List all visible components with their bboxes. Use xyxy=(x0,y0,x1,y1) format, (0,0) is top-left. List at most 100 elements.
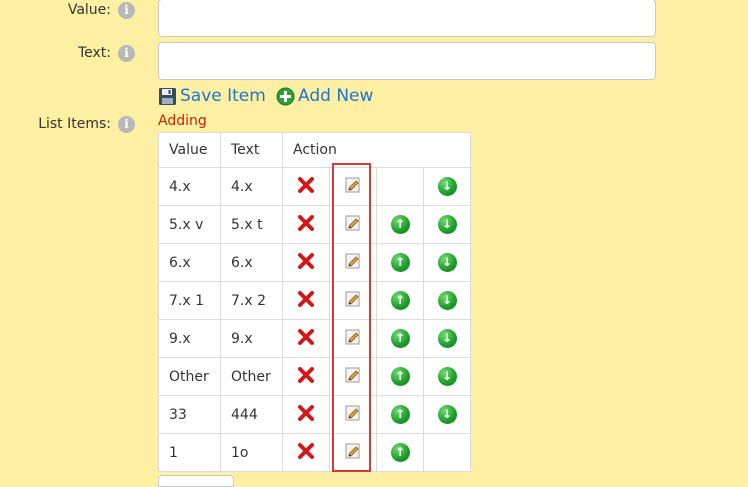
table-row: 33 444 ↑ ↓ xyxy=(158,395,471,434)
move-up-button xyxy=(376,167,424,206)
move-down-icon: ↓ xyxy=(437,177,457,196)
add-new-button[interactable]: Add New xyxy=(276,86,373,106)
edit-icon xyxy=(344,328,362,350)
cell-text: 4.x xyxy=(220,167,283,206)
delete-button[interactable] xyxy=(282,281,330,320)
list-items-table: Value Text Action 4.x 4.x ↓ 5.x v 5.x t ↑ ↓ 6.x… xyxy=(158,132,471,472)
floppy-disk-icon xyxy=(159,87,176,105)
edit-icon xyxy=(344,214,362,236)
table-row: 6.x 6.x ↑ ↓ xyxy=(158,243,471,282)
move-up-button[interactable]: ↑ xyxy=(376,357,424,396)
cell-value: 33 xyxy=(158,395,221,434)
move-down-button[interactable]: ↓ xyxy=(423,243,471,282)
column-header-action: Action xyxy=(282,132,471,168)
move-up-icon: ↑ xyxy=(390,291,410,310)
cell-text: Other xyxy=(220,357,283,396)
edit-button[interactable] xyxy=(329,167,377,206)
move-down-button[interactable]: ↓ xyxy=(423,357,471,396)
move-down-icon: ↓ xyxy=(437,253,457,272)
edit-button[interactable] xyxy=(329,281,377,320)
cell-text: 6.x xyxy=(220,243,283,282)
move-down-button[interactable]: ↓ xyxy=(423,205,471,244)
value-input[interactable] xyxy=(158,0,656,37)
move-up-button[interactable]: ↑ xyxy=(376,281,424,320)
cell-text: 1o xyxy=(220,433,283,472)
move-down-button[interactable]: ↓ xyxy=(423,319,471,358)
delete-button[interactable] xyxy=(282,205,330,244)
cell-value: 1 xyxy=(158,433,221,472)
cell-value: Other xyxy=(158,357,221,396)
move-down-button[interactable]: ↓ xyxy=(423,167,471,206)
delete-button[interactable] xyxy=(282,395,330,434)
info-icon[interactable]: i xyxy=(118,2,135,19)
move-up-button[interactable]: ↑ xyxy=(376,395,424,434)
cell-value: 5.x v xyxy=(158,205,221,244)
cell-value: 7.x 1 xyxy=(158,281,221,320)
save-item-button[interactable]: Save Item xyxy=(158,86,266,106)
cell-value: 4.x xyxy=(158,167,221,206)
edit-icon xyxy=(344,404,362,426)
move-up-icon: ↑ xyxy=(390,329,410,348)
move-down-icon: ↓ xyxy=(437,291,457,310)
partial-button[interactable] xyxy=(158,475,234,487)
delete-icon xyxy=(297,442,315,464)
edit-button[interactable] xyxy=(329,395,377,434)
edit-button[interactable] xyxy=(329,433,377,472)
edit-icon xyxy=(344,442,362,464)
delete-button[interactable] xyxy=(282,319,330,358)
delete-icon xyxy=(297,328,315,350)
info-icon[interactable]: i xyxy=(118,45,135,62)
column-header-text: Text xyxy=(220,132,283,168)
add-icon xyxy=(276,87,295,105)
move-down-button xyxy=(423,433,471,472)
delete-icon xyxy=(297,366,315,388)
text-input[interactable] xyxy=(158,42,656,80)
move-up-icon: ↑ xyxy=(390,405,410,424)
edit-icon xyxy=(344,252,362,274)
delete-icon xyxy=(297,214,315,236)
info-icon[interactable]: i xyxy=(118,116,135,133)
cell-text: 9.x xyxy=(220,319,283,358)
edit-button[interactable] xyxy=(329,243,377,282)
cell-text: 7.x 2 xyxy=(220,281,283,320)
table-row: 4.x 4.x ↓ xyxy=(158,167,471,206)
value-label: Value: xyxy=(67,2,111,18)
delete-button[interactable] xyxy=(282,433,330,472)
table-row: Other Other ↑ ↓ xyxy=(158,357,471,396)
table-row: 7.x 1 7.x 2 ↑ ↓ xyxy=(158,281,471,320)
cell-text: 5.x t xyxy=(220,205,283,244)
edit-button[interactable] xyxy=(329,357,377,396)
move-up-button[interactable]: ↑ xyxy=(376,205,424,244)
column-header-value: Value xyxy=(158,132,221,168)
move-up-icon: ↑ xyxy=(390,367,410,386)
move-down-button[interactable]: ↓ xyxy=(423,395,471,434)
edit-button[interactable] xyxy=(329,205,377,244)
delete-icon xyxy=(297,252,315,274)
table-header-row: Value Text Action xyxy=(158,132,471,168)
delete-button[interactable] xyxy=(282,357,330,396)
cell-value: 6.x xyxy=(158,243,221,282)
cell-text: 444 xyxy=(220,395,283,434)
delete-button[interactable] xyxy=(282,243,330,282)
move-up-icon: ↑ xyxy=(390,253,410,272)
delete-icon xyxy=(297,176,315,198)
edit-icon xyxy=(344,366,362,388)
edit-icon xyxy=(344,176,362,198)
move-down-icon: ↓ xyxy=(437,215,457,234)
move-down-button[interactable]: ↓ xyxy=(423,281,471,320)
move-up-button[interactable]: ↑ xyxy=(376,319,424,358)
table-row: 1 1o ↑ xyxy=(158,433,471,472)
move-down-icon: ↓ xyxy=(437,367,457,386)
move-up-button[interactable]: ↑ xyxy=(376,243,424,282)
save-item-label: Save Item xyxy=(180,86,266,106)
delete-button[interactable] xyxy=(282,167,330,206)
delete-icon xyxy=(297,290,315,312)
edit-button[interactable] xyxy=(329,319,377,358)
move-up-button[interactable]: ↑ xyxy=(376,433,424,472)
list-items-label: List Items: xyxy=(38,116,111,132)
delete-icon xyxy=(297,404,315,426)
text-label: Text: xyxy=(77,45,111,61)
move-down-icon: ↓ xyxy=(437,329,457,348)
move-down-icon: ↓ xyxy=(437,405,457,424)
table-row: 5.x v 5.x t ↑ ↓ xyxy=(158,205,471,244)
